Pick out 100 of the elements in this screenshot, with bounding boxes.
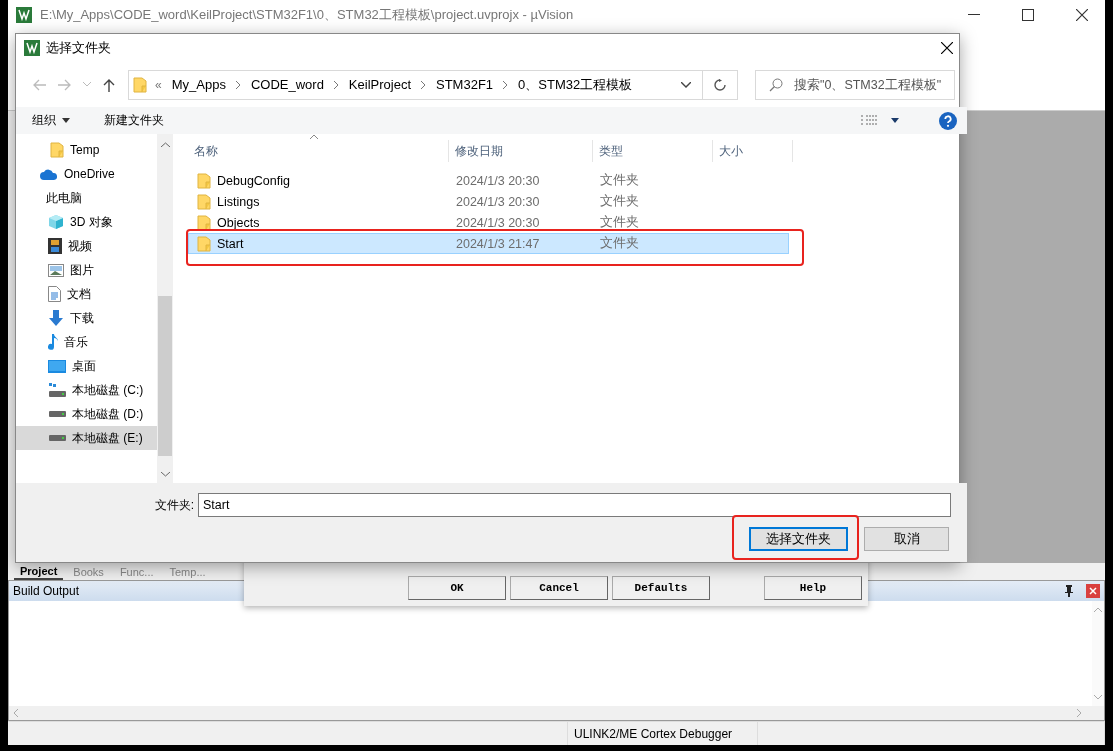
dialog-button[interactable]: Defaults <box>612 576 710 600</box>
column-header[interactable]: 大小 <box>713 140 793 162</box>
nav-item[interactable]: Temp <box>16 138 157 162</box>
drive-icon <box>48 383 66 397</box>
nav-item[interactable]: 3D 对象 <box>16 210 157 234</box>
maximize-icon <box>1022 9 1034 21</box>
app-icon <box>24 40 40 56</box>
file-date: 2024/1/3 20:30 <box>455 215 541 230</box>
help-icon[interactable] <box>939 111 957 130</box>
film-icon <box>48 238 62 254</box>
file-type: 文件夹 <box>599 193 640 210</box>
list-view-icon <box>861 114 877 127</box>
breadcrumb-item[interactable]: My_Apps <box>169 77 228 92</box>
search-field[interactable]: 搜索"0、STM32工程模板" <box>755 69 955 100</box>
folder-icon <box>197 172 211 189</box>
file-date: 2024/1/3 20:30 <box>455 194 541 209</box>
search-icon <box>769 77 783 92</box>
close-icon <box>941 42 953 54</box>
file-name: Start <box>217 236 244 251</box>
close-icon[interactable] <box>1086 584 1100 598</box>
nav-item[interactable]: 下载 <box>16 306 157 330</box>
music-note-icon <box>48 334 58 350</box>
arrow-left-icon <box>32 78 46 91</box>
cube-icon <box>48 214 64 230</box>
nav-item[interactable]: 此电脑 <box>16 186 157 210</box>
chevron-icon <box>503 80 509 89</box>
file-name: DebugConfig <box>217 173 290 188</box>
dialog-button[interactable]: 取消 <box>864 527 949 551</box>
folder-icon <box>197 235 211 252</box>
nav-item[interactable]: 本地磁盘 (C:) <box>16 378 157 402</box>
scroll-down-icon[interactable] <box>1094 695 1102 700</box>
organize-menu[interactable]: 组织 <box>26 110 76 131</box>
caret-icon <box>62 118 70 123</box>
breadcrumb-item[interactable]: KeilProject <box>346 77 413 92</box>
scroll-left-icon[interactable] <box>13 709 18 717</box>
chevron-icon <box>421 80 426 89</box>
scroll-up-icon[interactable] <box>160 141 170 147</box>
breadcrumb-item[interactable]: 0、STM32工程模板 <box>516 75 635 94</box>
column-header[interactable]: 修改日期 <box>449 140 593 162</box>
nav-item[interactable]: 音乐 <box>16 330 157 354</box>
dialog-button[interactable]: Help <box>764 576 862 600</box>
folder-icon <box>50 142 64 158</box>
arrow-right-icon <box>58 78 72 91</box>
folder-icon <box>197 214 211 231</box>
dialog-button[interactable]: 选择文件夹 <box>749 527 848 551</box>
close-icon <box>1076 9 1088 21</box>
folder-icon <box>197 193 211 210</box>
breadcrumb-item[interactable]: CODE_word <box>248 77 326 92</box>
arrow-up-icon <box>103 77 115 92</box>
scrollbar-thumb[interactable] <box>158 296 172 456</box>
panel-title: Build Output <box>13 584 80 598</box>
refresh-icon <box>714 78 726 91</box>
nav-item[interactable]: 桌面 <box>16 354 157 378</box>
dialog-button[interactable]: Cancel <box>510 576 608 600</box>
file-row[interactable]: Start 2024/1/3 21:47 文件夹 <box>188 233 789 254</box>
file-row[interactable]: Objects 2024/1/3 20:30 文件夹 <box>188 212 789 233</box>
nav-item[interactable]: OneDrive <box>16 162 157 186</box>
dialog-title: 选择文件夹 <box>46 39 111 57</box>
chevron-down-icon <box>83 82 91 87</box>
desktop-icon <box>48 359 66 373</box>
file-name: Objects <box>217 215 260 230</box>
minimize-icon <box>968 14 980 16</box>
breadcrumb-item[interactable]: STM32F1 <box>434 77 496 92</box>
file-name: Listings <box>217 194 260 209</box>
file-type: 文件夹 <box>599 235 640 252</box>
status-text: ULINK2/ME Cortex Debugger <box>574 726 733 741</box>
scroll-down-icon[interactable] <box>160 472 170 477</box>
window-title: E:\My_Apps\CODE_word\KeilProject\STM32F1\0、STM32工程模板\project.uvprojx - µVision <box>40 6 574 24</box>
scroll-up-icon[interactable] <box>1094 607 1102 612</box>
nav-item[interactable]: 本地磁盘 (D:) <box>16 402 157 426</box>
app-icon <box>16 7 32 23</box>
dialog-button[interactable]: OK <box>408 576 506 600</box>
folder-icon <box>133 76 147 93</box>
document-icon <box>48 286 61 302</box>
drive-icon <box>48 434 66 442</box>
scroll-right-icon[interactable] <box>1077 709 1082 717</box>
file-type: 文件夹 <box>599 214 640 231</box>
field-label: 文件夹: <box>154 496 194 514</box>
column-header[interactable]: 名称 <box>188 140 449 162</box>
file-date: 2024/1/3 20:30 <box>455 173 541 188</box>
chevron-down-icon <box>680 81 691 88</box>
column-header[interactable]: 类型 <box>593 140 713 162</box>
overflow-chevron[interactable]: « <box>155 77 162 92</box>
cloud-icon <box>40 168 58 180</box>
nav-item[interactable]: 图片 <box>16 258 157 282</box>
file-date: 2024/1/3 21:47 <box>455 236 541 251</box>
drive-icon <box>48 410 66 418</box>
folder-name-field[interactable]: Start <box>198 493 951 517</box>
nav-item[interactable]: 本地磁盘 (E:) <box>16 426 157 450</box>
chevron-icon <box>333 80 339 89</box>
nav-item[interactable]: 视频 <box>16 234 157 258</box>
new-folder-button[interactable]: 新建文件夹 <box>98 110 170 131</box>
image-icon <box>48 263 64 277</box>
file-row[interactable]: Listings 2024/1/3 20:30 文件夹 <box>188 191 789 212</box>
file-type: 文件夹 <box>599 172 640 189</box>
chevron-icon <box>235 80 241 89</box>
address-bar[interactable]: « My_Apps CODE_word KeilProject STM32F1 0、STM32工程模板 <box>128 69 738 100</box>
nav-item[interactable]: 文档 <box>16 282 157 306</box>
pin-icon[interactable] <box>1064 585 1074 597</box>
file-row[interactable]: DebugConfig 2024/1/3 20:30 文件夹 <box>188 170 789 191</box>
